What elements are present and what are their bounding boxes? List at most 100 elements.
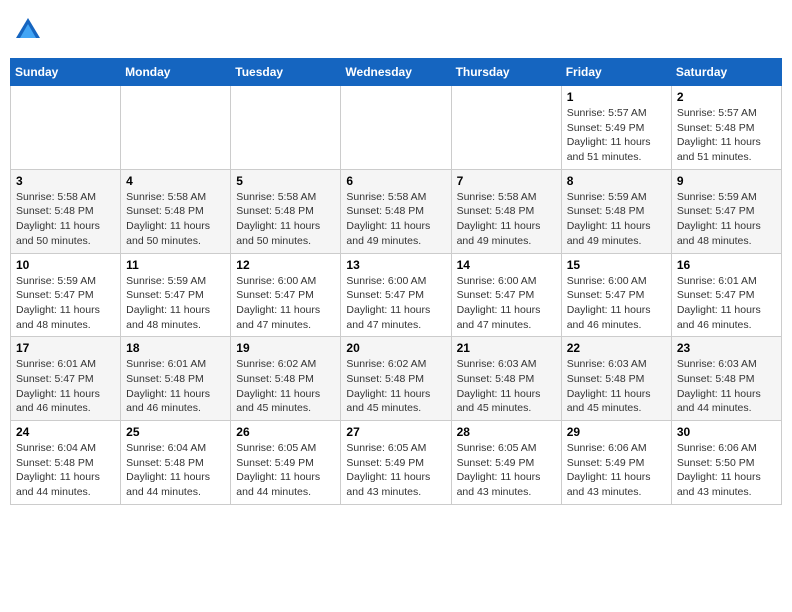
day-number: 2 bbox=[677, 90, 776, 104]
day-number: 24 bbox=[16, 425, 115, 439]
calendar-cell: 3Sunrise: 5:58 AMSunset: 5:48 PMDaylight… bbox=[11, 169, 121, 253]
calendar-cell: 19 Sunrise: 6:02 AMSunset: 5:48 PMDayligh… bbox=[231, 337, 341, 421]
calendar-cell: 4 Sunrise: 5:58 AMSunset: 5:48 PMDaylight… bbox=[121, 169, 231, 253]
day-number: 10 bbox=[16, 258, 115, 272]
calendar-header: SundayMondayTuesdayWednesdayThursdayFrid… bbox=[11, 59, 782, 86]
day-number: 27 bbox=[346, 425, 445, 439]
day-info: Sunrise: 6:06 AMSunset: 5:49 PMDaylight:… bbox=[567, 441, 666, 500]
calendar-cell: 25 Sunrise: 6:04 AMSunset: 5:48 PMDayligh… bbox=[121, 421, 231, 505]
day-number: 23 bbox=[677, 341, 776, 355]
calendar-cell: 9Sunrise: 5:59 AMSunset: 5:47 PMDaylight… bbox=[671, 169, 781, 253]
day-info: Sunrise: 5:58 AMSunset: 5:48 PMDaylight:… bbox=[126, 190, 225, 249]
header-day-tuesday: Tuesday bbox=[231, 59, 341, 86]
day-info: Sunrise: 5:57 AMSunset: 5:48 PMDaylight:… bbox=[677, 106, 776, 165]
calendar-cell: 29 Sunrise: 6:06 AMSunset: 5:49 PMDayligh… bbox=[561, 421, 671, 505]
day-info: Sunrise: 6:03 AMSunset: 5:48 PMDaylight:… bbox=[457, 357, 556, 416]
header-day-saturday: Saturday bbox=[671, 59, 781, 86]
day-info: Sunrise: 6:00 AMSunset: 5:47 PMDaylight:… bbox=[346, 274, 445, 333]
calendar-cell: 8Sunrise: 5:59 AMSunset: 5:48 PMDaylight… bbox=[561, 169, 671, 253]
day-info: Sunrise: 5:57 AMSunset: 5:49 PMDaylight:… bbox=[567, 106, 666, 165]
day-number: 28 bbox=[457, 425, 556, 439]
logo bbox=[14, 16, 46, 44]
calendar-cell: 10 Sunrise: 5:59 AMSunset: 5:47 PMDayligh… bbox=[11, 253, 121, 337]
day-number: 7 bbox=[457, 174, 556, 188]
calendar-cell: 27 Sunrise: 6:05 AMSunset: 5:49 PMDayligh… bbox=[341, 421, 451, 505]
day-number: 19 bbox=[236, 341, 335, 355]
calendar-cell bbox=[341, 86, 451, 170]
day-number: 11 bbox=[126, 258, 225, 272]
calendar-cell: 13Sunrise: 6:00 AMSunset: 5:47 PMDayligh… bbox=[341, 253, 451, 337]
day-info: Sunrise: 6:04 AMSunset: 5:48 PMDaylight:… bbox=[16, 441, 115, 500]
day-info: Sunrise: 6:03 AMSunset: 5:48 PMDaylight:… bbox=[677, 357, 776, 416]
day-info: Sunrise: 6:05 AMSunset: 5:49 PMDaylight:… bbox=[236, 441, 335, 500]
day-info: Sunrise: 5:59 AMSunset: 5:47 PMDaylight:… bbox=[126, 274, 225, 333]
day-info: Sunrise: 6:02 AMSunset: 5:48 PMDaylight:… bbox=[346, 357, 445, 416]
day-info: Sunrise: 6:00 AMSunset: 5:47 PMDaylight:… bbox=[457, 274, 556, 333]
day-info: Sunrise: 6:00 AMSunset: 5:47 PMDaylight:… bbox=[567, 274, 666, 333]
calendar-cell: 22 Sunrise: 6:03 AMSunset: 5:48 PMDayligh… bbox=[561, 337, 671, 421]
day-info: Sunrise: 6:02 AMSunset: 5:48 PMDaylight:… bbox=[236, 357, 335, 416]
day-number: 25 bbox=[126, 425, 225, 439]
calendar-cell bbox=[451, 86, 561, 170]
calendar-cell: 23 Sunrise: 6:03 AMSunset: 5:48 PMDayligh… bbox=[671, 337, 781, 421]
day-number: 29 bbox=[567, 425, 666, 439]
calendar-cell: 5 Sunrise: 5:58 AMSunset: 5:48 PMDaylight… bbox=[231, 169, 341, 253]
week-row-1: 1 Sunrise: 5:57 AMSunset: 5:49 PMDaylight… bbox=[11, 86, 782, 170]
calendar-cell: 14 Sunrise: 6:00 AMSunset: 5:47 PMDayligh… bbox=[451, 253, 561, 337]
day-info: Sunrise: 6:01 AMSunset: 5:48 PMDaylight:… bbox=[126, 357, 225, 416]
calendar-cell: 17 Sunrise: 6:01 AMSunset: 5:47 PMDayligh… bbox=[11, 337, 121, 421]
week-row-4: 17 Sunrise: 6:01 AMSunset: 5:47 PMDayligh… bbox=[11, 337, 782, 421]
day-info: Sunrise: 5:58 AMSunset: 5:48 PMDaylight:… bbox=[346, 190, 445, 249]
calendar-cell: 11 Sunrise: 5:59 AMSunset: 5:47 PMDayligh… bbox=[121, 253, 231, 337]
day-info: Sunrise: 6:03 AMSunset: 5:48 PMDaylight:… bbox=[567, 357, 666, 416]
header-day-wednesday: Wednesday bbox=[341, 59, 451, 86]
logo-icon bbox=[14, 16, 42, 44]
day-number: 12 bbox=[236, 258, 335, 272]
page-header bbox=[10, 10, 782, 50]
header-row: SundayMondayTuesdayWednesdayThursdayFrid… bbox=[11, 59, 782, 86]
calendar-cell: 16 Sunrise: 6:01 AMSunset: 5:47 PMDayligh… bbox=[671, 253, 781, 337]
header-day-sunday: Sunday bbox=[11, 59, 121, 86]
week-row-2: 3Sunrise: 5:58 AMSunset: 5:48 PMDaylight… bbox=[11, 169, 782, 253]
week-row-3: 10 Sunrise: 5:59 AMSunset: 5:47 PMDayligh… bbox=[11, 253, 782, 337]
day-info: Sunrise: 6:06 AMSunset: 5:50 PMDaylight:… bbox=[677, 441, 776, 500]
day-number: 16 bbox=[677, 258, 776, 272]
day-info: Sunrise: 6:05 AMSunset: 5:49 PMDaylight:… bbox=[346, 441, 445, 500]
calendar-table: SundayMondayTuesdayWednesdayThursdayFrid… bbox=[10, 58, 782, 505]
header-day-thursday: Thursday bbox=[451, 59, 561, 86]
day-number: 1 bbox=[567, 90, 666, 104]
calendar-cell: 2 Sunrise: 5:57 AMSunset: 5:48 PMDaylight… bbox=[671, 86, 781, 170]
day-number: 9 bbox=[677, 174, 776, 188]
calendar-cell bbox=[231, 86, 341, 170]
day-number: 6 bbox=[346, 174, 445, 188]
day-info: Sunrise: 6:04 AMSunset: 5:48 PMDaylight:… bbox=[126, 441, 225, 500]
calendar-cell: 21Sunrise: 6:03 AMSunset: 5:48 PMDayligh… bbox=[451, 337, 561, 421]
day-number: 14 bbox=[457, 258, 556, 272]
calendar-cell: 24 Sunrise: 6:04 AMSunset: 5:48 PMDayligh… bbox=[11, 421, 121, 505]
day-info: Sunrise: 5:58 AMSunset: 5:48 PMDaylight:… bbox=[16, 190, 115, 249]
day-number: 4 bbox=[126, 174, 225, 188]
calendar-cell: 26 Sunrise: 6:05 AMSunset: 5:49 PMDayligh… bbox=[231, 421, 341, 505]
calendar-cell: 15 Sunrise: 6:00 AMSunset: 5:47 PMDayligh… bbox=[561, 253, 671, 337]
day-number: 30 bbox=[677, 425, 776, 439]
day-number: 26 bbox=[236, 425, 335, 439]
calendar-cell: 12Sunrise: 6:00 AMSunset: 5:47 PMDayligh… bbox=[231, 253, 341, 337]
day-info: Sunrise: 6:01 AMSunset: 5:47 PMDaylight:… bbox=[16, 357, 115, 416]
day-info: Sunrise: 6:05 AMSunset: 5:49 PMDaylight:… bbox=[457, 441, 556, 500]
day-number: 5 bbox=[236, 174, 335, 188]
day-number: 15 bbox=[567, 258, 666, 272]
calendar-cell: 28 Sunrise: 6:05 AMSunset: 5:49 PMDayligh… bbox=[451, 421, 561, 505]
day-info: Sunrise: 5:59 AMSunset: 5:47 PMDaylight:… bbox=[16, 274, 115, 333]
calendar-cell bbox=[121, 86, 231, 170]
day-info: Sunrise: 5:58 AMSunset: 5:48 PMDaylight:… bbox=[457, 190, 556, 249]
day-number: 17 bbox=[16, 341, 115, 355]
day-number: 20 bbox=[346, 341, 445, 355]
calendar-cell: 18 Sunrise: 6:01 AMSunset: 5:48 PMDayligh… bbox=[121, 337, 231, 421]
day-info: Sunrise: 5:59 AMSunset: 5:48 PMDaylight:… bbox=[567, 190, 666, 249]
day-info: Sunrise: 6:01 AMSunset: 5:47 PMDaylight:… bbox=[677, 274, 776, 333]
calendar-cell: 1 Sunrise: 5:57 AMSunset: 5:49 PMDaylight… bbox=[561, 86, 671, 170]
day-info: Sunrise: 5:58 AMSunset: 5:48 PMDaylight:… bbox=[236, 190, 335, 249]
day-number: 18 bbox=[126, 341, 225, 355]
calendar-body: 1 Sunrise: 5:57 AMSunset: 5:49 PMDaylight… bbox=[11, 86, 782, 505]
day-number: 22 bbox=[567, 341, 666, 355]
